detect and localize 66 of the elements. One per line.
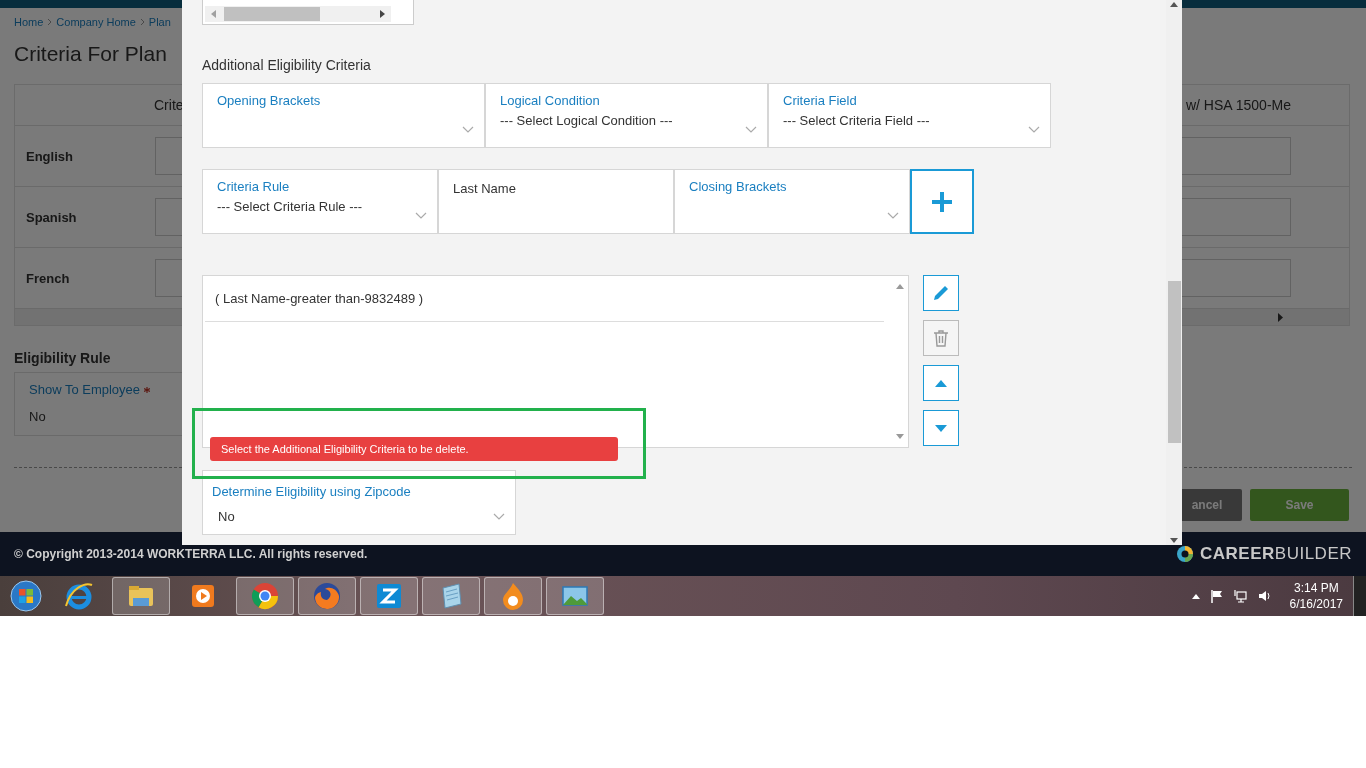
select-field[interactable]: Closing Brackets [674,169,910,234]
select-field[interactable]: Opening Brackets [202,83,485,148]
row-label: French [25,270,71,286]
up-button[interactable] [923,365,959,401]
browser-circle-icon [249,580,281,612]
field-label: Show To Employee [29,382,141,397]
horizontal-scrollbar[interactable] [205,6,391,22]
error-message: Select the Additional Eligibility Criteria to be delete. [210,437,618,461]
page-title: Criteria For Plan [14,42,167,66]
field-value: No [29,409,47,424]
scroll-up-icon[interactable] [1170,2,1178,7]
scrollbar-thumb[interactable] [224,7,320,21]
section-heading: Additional Eligibility Criteria [202,57,372,73]
flag-icon[interactable] [1209,589,1224,603]
plus-icon [931,190,953,213]
caret-up-icon [935,379,947,387]
input-field[interactable]: Last Name [438,169,674,234]
scrollbar-thumb[interactable] [1167,280,1181,443]
speaker-icon[interactable] [1257,589,1272,603]
fox-globe-icon [311,580,343,612]
pencil-icon [932,284,950,302]
chevron-down-icon [415,212,427,219]
brand-logo-icon [1176,545,1194,563]
notepad-taskbar-button[interactable] [422,577,480,615]
scroll-down-icon[interactable] [1170,538,1178,543]
add-button[interactable] [910,169,974,234]
chevron-down-icon [1028,126,1040,133]
scroll-right-icon[interactable] [380,10,385,18]
select-field[interactable]: Logical Condition --- Select Logical Condition --- [485,83,768,148]
flame-taskbar-button[interactable] [484,577,542,615]
down-button[interactable] [923,410,959,446]
vertical-scrollbar[interactable] [1166,0,1182,545]
section-heading: Eligibility Rule [14,350,111,366]
chevron-down-icon [493,513,505,520]
row-label: Spanish [25,209,78,225]
scroll-left-icon[interactable] [211,10,216,18]
scroll-right-icon[interactable] [1278,313,1283,322]
row-label: English [25,148,74,164]
firefox-taskbar-button[interactable] [298,577,356,615]
caret-down-icon [935,424,947,432]
column-header: w/ HSA 1500-Me [1185,97,1291,113]
z-taskbar-button[interactable] [360,577,418,615]
chevron-down-icon [887,212,899,219]
browser-e-icon [63,580,95,612]
breadcrumb-separator-icon [139,18,145,26]
scroll-down-icon[interactable] [896,434,904,439]
copyright-text: © Copyright 2013-2014 WORKTERRA LLC. All rights reserved. [14,547,368,561]
show-desktop-button[interactable] [1353,576,1366,616]
clock-date[interactable]: 6/16/2017 [1289,596,1343,612]
show-hidden-icons-icon[interactable] [1191,593,1200,599]
breadcrumb-separator-icon [47,18,53,26]
clock-time[interactable]: 3:14 PM [1293,580,1339,596]
chevron-down-icon [745,126,757,133]
scroll-up-icon[interactable] [896,284,904,289]
chevron-down-icon [462,126,474,133]
photo-taskbar-button[interactable] [546,577,604,615]
select-field[interactable]: Determine Eligibility using Zipcode No [202,470,516,535]
edit-button[interactable] [923,275,959,311]
list-item[interactable]: ( Last Name-greater than-9832489 ) [205,276,884,322]
select-field[interactable]: Criteria Field --- Select Criteria Field --- [768,83,1051,148]
column-header: Crite [154,97,184,113]
network-icon[interactable] [1233,589,1248,603]
brand-name: CAREERBUILDER [1200,544,1352,564]
trash-icon [933,329,949,347]
select-field[interactable]: Criteria Rule --- Select Criteria Rule --- [202,169,438,234]
windows-logo-icon [10,580,42,612]
